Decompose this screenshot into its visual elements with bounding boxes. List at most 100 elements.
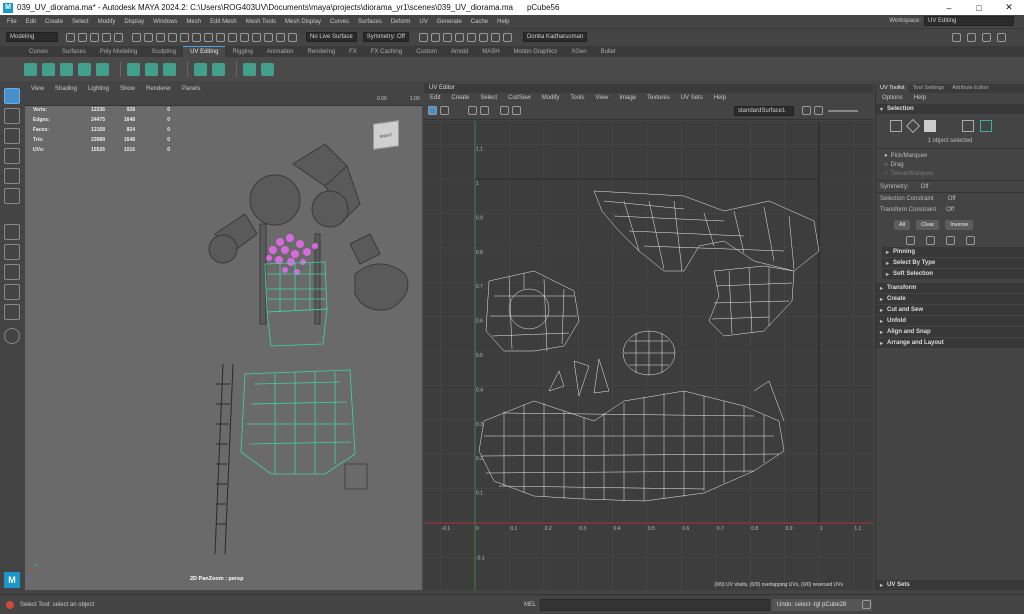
single-layout-icon[interactable]: [4, 224, 20, 240]
select-all-button[interactable]: All: [894, 220, 911, 230]
menu-generate[interactable]: Generate: [437, 19, 462, 25]
uv-canvas[interactable]: -0.1 0 0.1 0.2 0.3 0.4 0.5 0.6 0.7 0.8 0.9 1 1.1 1.1 1…: [424, 121, 873, 590]
script-editor-icon[interactable]: [862, 600, 871, 609]
shrink-selection-icon[interactable]: [926, 236, 935, 245]
shelf-tab-rendering[interactable]: Rendering: [300, 47, 342, 57]
gamma-icon[interactable]: [814, 106, 823, 115]
maya-home-icon[interactable]: M: [4, 572, 20, 588]
new-scene-icon[interactable]: [66, 32, 75, 42]
uv-menu-edit[interactable]: Edit: [430, 95, 440, 101]
camera-based-mapping-icon[interactable]: [96, 62, 109, 76]
snap-point-icon-2[interactable]: [442, 32, 452, 42]
uv-menu-tools[interactable]: Tools: [570, 95, 584, 101]
menu-select[interactable]: Select: [72, 19, 89, 25]
close-window-button[interactable]: ✕: [994, 0, 1024, 15]
cylindrical-mapping-icon[interactable]: [42, 62, 55, 76]
transform-constraint-value[interactable]: Off: [946, 207, 954, 213]
uv-distortion-icon[interactable]: [261, 62, 274, 76]
spherical-mapping-icon[interactable]: [60, 62, 73, 76]
user-account-dropdown[interactable]: Donita Kadharusman: [522, 32, 588, 42]
shelf-tab-poly-modeling[interactable]: Poly Modeling: [93, 47, 145, 57]
shelf-tab-mash[interactable]: MASH: [475, 47, 506, 57]
uv-menu-image[interactable]: Image: [619, 95, 636, 101]
uv-grid-icon[interactable]: [428, 106, 437, 115]
magnet-icon[interactable]: [240, 32, 249, 42]
hypershade-icon[interactable]: [478, 32, 488, 42]
menu-edit[interactable]: Edit: [26, 19, 36, 25]
history-icon[interactable]: [252, 32, 261, 42]
save-scene-icon[interactable]: [90, 32, 99, 42]
section-align-and-snap[interactable]: Align and Snap: [876, 327, 1024, 337]
snap-live-icon[interactable]: [216, 32, 225, 42]
selection-constraint-value[interactable]: Off: [948, 196, 956, 202]
search-icon[interactable]: [4, 328, 20, 344]
uv-menu-help[interactable]: Help: [714, 95, 726, 101]
gear-icon[interactable]: [967, 32, 976, 42]
select-hierarchy-icon[interactable]: [132, 32, 141, 42]
menu-surfaces[interactable]: Surfaces: [358, 19, 382, 25]
section-uv-sets[interactable]: UV Sets: [876, 580, 1024, 590]
unfold-icon[interactable]: [145, 62, 158, 76]
maximize-button[interactable]: □: [964, 0, 994, 15]
tab-uv-toolkit[interactable]: UV Toolkit: [876, 84, 909, 93]
shelf-tab-custom[interactable]: Custom: [409, 47, 444, 57]
exposure-slider[interactable]: [828, 110, 858, 112]
toolkit-help-menu[interactable]: Help: [914, 95, 926, 101]
side-by-side-layout-icon[interactable]: [4, 264, 20, 280]
section-unfold[interactable]: Unfold: [876, 316, 1024, 326]
subsection-soft-selection[interactable]: Soft Selection: [882, 269, 1024, 279]
snap-grid-icon-2[interactable]: [418, 32, 428, 42]
select-object-icon[interactable]: [144, 32, 153, 42]
outliner-layout-icon[interactable]: [4, 304, 20, 320]
shelf-tab-sculpting[interactable]: Sculpting: [144, 47, 183, 57]
clear-selection-button[interactable]: Clear: [916, 220, 940, 230]
render-icon[interactable]: [264, 32, 273, 42]
radio-tweak-marquee[interactable]: ○ Tweak/Marquee: [880, 169, 1020, 178]
select-component-icon[interactable]: [156, 32, 165, 42]
undo-icon[interactable]: [102, 32, 111, 42]
planar-mapping-icon[interactable]: [24, 62, 37, 76]
exposure-icon[interactable]: [802, 106, 811, 115]
menu-cache[interactable]: Cache: [471, 19, 488, 25]
open-scene-icon[interactable]: [78, 32, 87, 42]
subsection-select-by-type[interactable]: Select By Type: [882, 258, 1024, 268]
uv-shaded-icon[interactable]: [468, 106, 477, 115]
menu-edit-mesh[interactable]: Edit Mesh: [210, 19, 237, 25]
shelf-tab-fx-caching[interactable]: FX Caching: [364, 47, 409, 57]
uv-menu-cut-sew[interactable]: Cut/Sew: [508, 95, 531, 101]
snap-vertex-icon[interactable]: [228, 32, 237, 42]
redo-icon[interactable]: [114, 32, 123, 42]
four-view-layout-icon[interactable]: [4, 244, 20, 260]
shelf-tab-fx[interactable]: FX: [342, 47, 364, 57]
texture-dropdown[interactable]: standardSurface1: [734, 106, 794, 116]
menu-modify[interactable]: Modify: [98, 19, 116, 25]
live-surface-dropdown[interactable]: No Live Surface: [306, 32, 357, 42]
uv-menu-textures[interactable]: Textures: [647, 95, 670, 101]
uv-menu-modify[interactable]: Modify: [542, 95, 560, 101]
uv-menu-view[interactable]: View: [595, 95, 608, 101]
select-shell-icon[interactable]: [966, 236, 975, 245]
shelf-tab-surfaces[interactable]: Surfaces: [55, 47, 93, 57]
snap-curve-icon[interactable]: [180, 32, 189, 42]
rotate-tool-icon[interactable]: [4, 168, 20, 184]
menu-file[interactable]: File: [7, 19, 17, 25]
shelf-tab-arnold[interactable]: Arnold: [444, 47, 475, 57]
viewport-menu-show[interactable]: Show: [120, 86, 135, 92]
section-cut-and-sew[interactable]: Cut and Sew: [876, 305, 1024, 315]
move-tool-icon[interactable]: [4, 148, 20, 164]
menu-set-dropdown[interactable]: Modeling: [6, 32, 58, 42]
section-create[interactable]: Create: [876, 294, 1024, 304]
layout-uvs-icon[interactable]: [127, 62, 140, 76]
channel-box-icon[interactable]: [982, 32, 991, 42]
menu-create[interactable]: Create: [45, 19, 63, 25]
grow-selection-icon[interactable]: [906, 236, 915, 245]
select-tool-icon[interactable]: [4, 88, 20, 104]
menu-help[interactable]: Help: [497, 19, 509, 25]
uv-menu-select[interactable]: Select: [480, 95, 497, 101]
menu-display[interactable]: Display: [124, 19, 144, 25]
viewport-menu-renderer[interactable]: Renderer: [146, 86, 171, 92]
command-line-input[interactable]: [540, 598, 770, 611]
uv-shell-mode-icon[interactable]: [980, 120, 992, 132]
minimize-button[interactable]: –: [934, 0, 964, 15]
uv-distortion-view-icon[interactable]: [500, 106, 509, 115]
